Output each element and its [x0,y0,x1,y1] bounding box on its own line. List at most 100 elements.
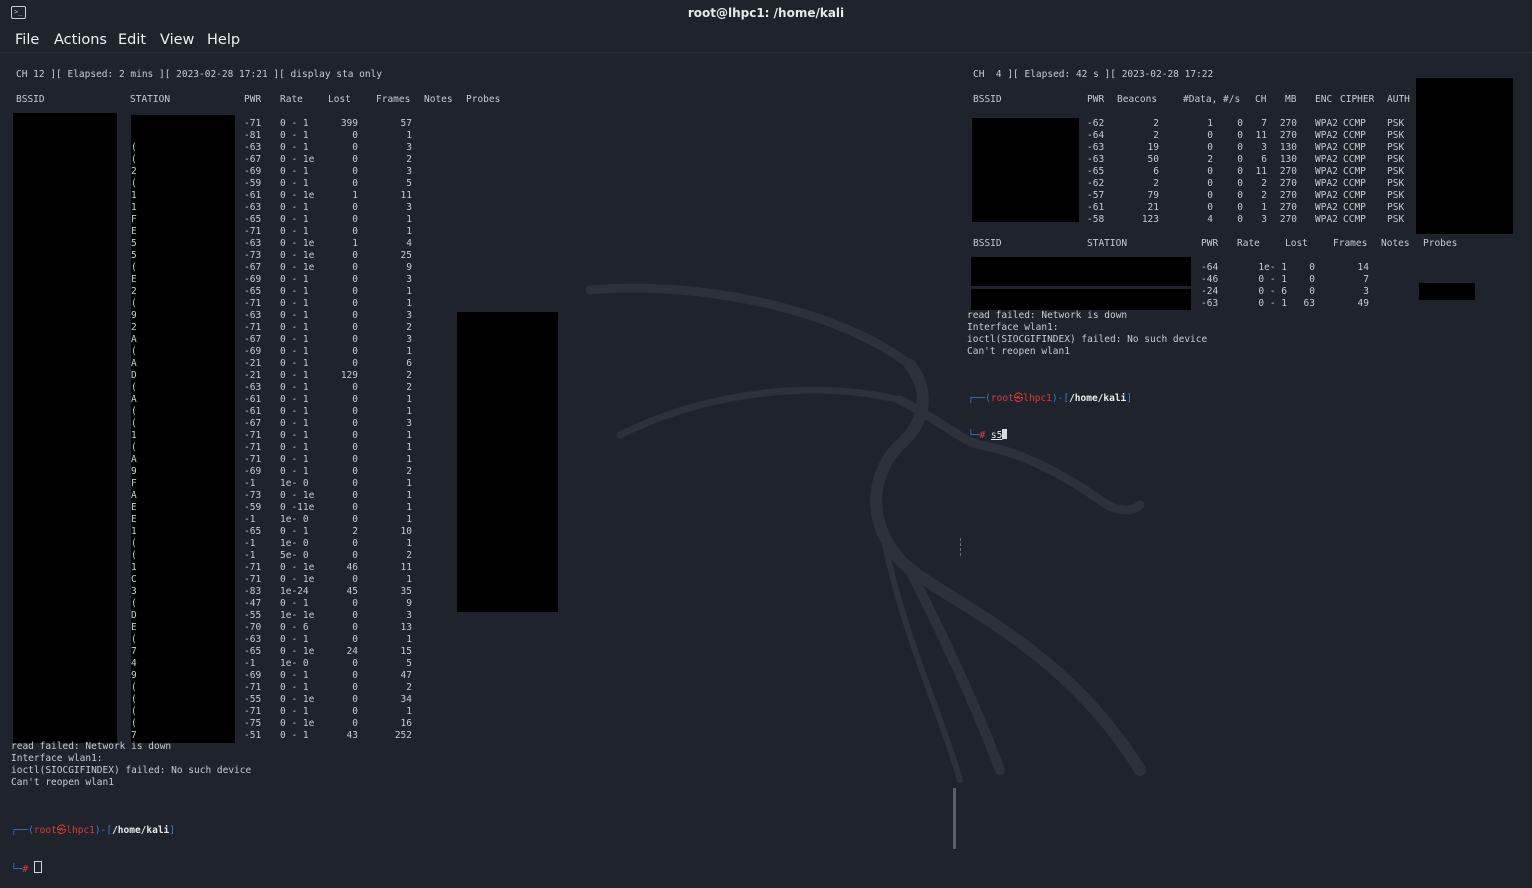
ap-mb-cell: 270 [1279,118,1297,129]
pwr-cell: -71 [244,706,262,717]
ap-enc-cell: WPA2 [1315,118,1338,129]
table-row: C -71 0 - 1e 0 1 [0,574,440,586]
pwr-cell: -55 [244,694,262,705]
rate-cell: 0 - 1 [280,334,309,345]
sta-frames-cell: 49 [1357,298,1369,309]
ap-mb-cell: 270 [1279,166,1297,177]
ap-pwr-cell: -61 [1087,202,1105,213]
frames-cell: 16 [400,718,412,729]
lost-cell: 43 [346,730,358,741]
ap-rate-cell: 0 [1237,178,1243,189]
rate-cell: 0 - 1 [280,310,309,321]
sta-row: -24 0 - 6 0 3 [0,286,1415,298]
ap-enc-cell: WPA2 [1315,214,1338,225]
left-prompt-user: root [33,825,57,836]
log-line: ioctl(SIOCGIFINDEX) failed: No such devi… [967,334,1208,345]
table-row: 5 -73 0 - 1e 0 25 [0,250,440,262]
pwr-cell: -59 [244,502,262,513]
station-prefix: 9 [131,466,137,477]
lost-cell: 0 [352,442,358,453]
rate-cell: 0 - 1 [280,358,309,369]
station-prefix: F [131,478,137,489]
right-ap-col-pwr: PWR [1087,94,1105,105]
left-cursor[interactable] [33,861,42,873]
ap-row: -65 6 0 0 11 270 WPA2 CCMP PSK [0,166,1415,178]
menu-edit[interactable]: Edit [118,32,146,48]
table-row: E -71 0 - 1 0 1 [0,226,440,238]
log-line: read failed: Network is down [967,310,1128,321]
frames-cell: 2 [406,550,412,561]
table-row: E -70 0 - 6 0 13 [0,622,440,634]
lost-cell: 45 [346,586,358,597]
lost-cell: 0 [352,382,358,393]
pwr-cell: -21 [244,358,262,369]
pane-splitter-handle[interactable] [960,538,963,556]
pwr-cell: -1 [244,550,256,561]
right-ap-col-auth: AUTH [1387,94,1410,105]
ap-pwr-cell: -63 [1087,154,1105,165]
left-messages: read failed: Network is down Interface wl… [11,741,251,789]
lost-cell: 0 [352,706,358,717]
pwr-cell: -65 [244,646,262,657]
sta-rate-cell: 0 - 1 [1258,274,1287,285]
lost-cell: 0 [352,694,358,705]
ap-cipher-cell: CCMP [1343,154,1366,165]
left-col-frames: Frames [376,94,411,105]
table-row: (-71 0 - 1 0 1 [0,706,440,718]
table-row: A -73 0 - 1e 0 1 [0,490,440,502]
menu-help[interactable]: Help [207,32,240,48]
left-header: CH 12 ][ Elapsed: 2 mins ][ 2023-02-28 1… [16,69,383,80]
ap-auth-cell: PSK [1387,166,1405,177]
ap-beacons-cell: 21 [1147,202,1159,213]
lost-cell: 0 [352,502,358,513]
right-ap-col-data: #Data, #/s [1183,94,1241,105]
station-prefix: ( [131,346,137,357]
right-cursor[interactable] [1002,429,1008,439]
table-row: 9 -69 0 - 1 0 2 [0,466,440,478]
station-prefix: A [131,490,137,501]
ap-enc-cell: WPA2 [1315,202,1338,213]
pwr-cell: -71 [244,562,262,573]
pwr-cell: -61 [244,394,262,405]
ap-beacons-cell: 79 [1147,190,1159,201]
frames-cell: 1 [406,226,412,237]
sta-pwr-cell: -63 [1201,298,1219,309]
ap-pwr-cell: -57 [1087,190,1105,201]
station-prefix: ( [131,418,137,429]
log-line: Can't reopen wlan1 [967,346,1070,357]
table-row: (-63 0 - 1 0 2 [0,382,440,394]
frames-cell: 15 [400,646,412,657]
left-col-pwr: PWR [244,94,262,105]
frames-cell: 11 [400,562,412,573]
ap-cipher-cell: CCMP [1343,202,1366,213]
frames-cell: 47 [400,670,412,681]
rate-cell: 0 - 1 [280,322,309,333]
table-row: (-71 0 - 1 0 2 [0,682,440,694]
lost-cell: 0 [352,514,358,525]
frames-cell: 1 [406,538,412,549]
ap-rate-cell: 0 [1237,166,1243,177]
right-typed-command[interactable]: s5 [991,430,1002,441]
ap-cipher-cell: CCMP [1343,178,1366,189]
station-prefix: E [131,226,137,237]
ap-row: -58 123 4 0 3 270 WPA2 CCMP PSK [0,214,1415,226]
ap-auth-cell: PSK [1387,214,1405,225]
ap-auth-cell: PSK [1387,130,1405,141]
station-prefix: ( [131,538,137,549]
scrollbar-thumb[interactable] [953,788,956,849]
frames-cell: 1 [406,634,412,645]
pwr-cell: -71 [244,454,262,465]
ap-row: -62 2 0 0 2 270 WPA2 CCMP PSK [0,178,1415,190]
lost-cell: 0 [352,406,358,417]
ap-pwr-cell: -63 [1087,142,1105,153]
menu-actions[interactable]: Actions [54,32,107,48]
frames-cell: 4 [406,238,412,249]
rate-cell: 0 - 1 [280,634,309,645]
ap-auth-cell: PSK [1387,154,1405,165]
menu-view[interactable]: View [160,32,194,48]
pwr-cell: -69 [244,670,262,681]
station-prefix: 9 [131,310,137,321]
ap-data-cell: 0 [1207,166,1213,177]
ap-ch-cell: 2 [1261,178,1267,189]
menu-file[interactable]: File [15,32,39,48]
